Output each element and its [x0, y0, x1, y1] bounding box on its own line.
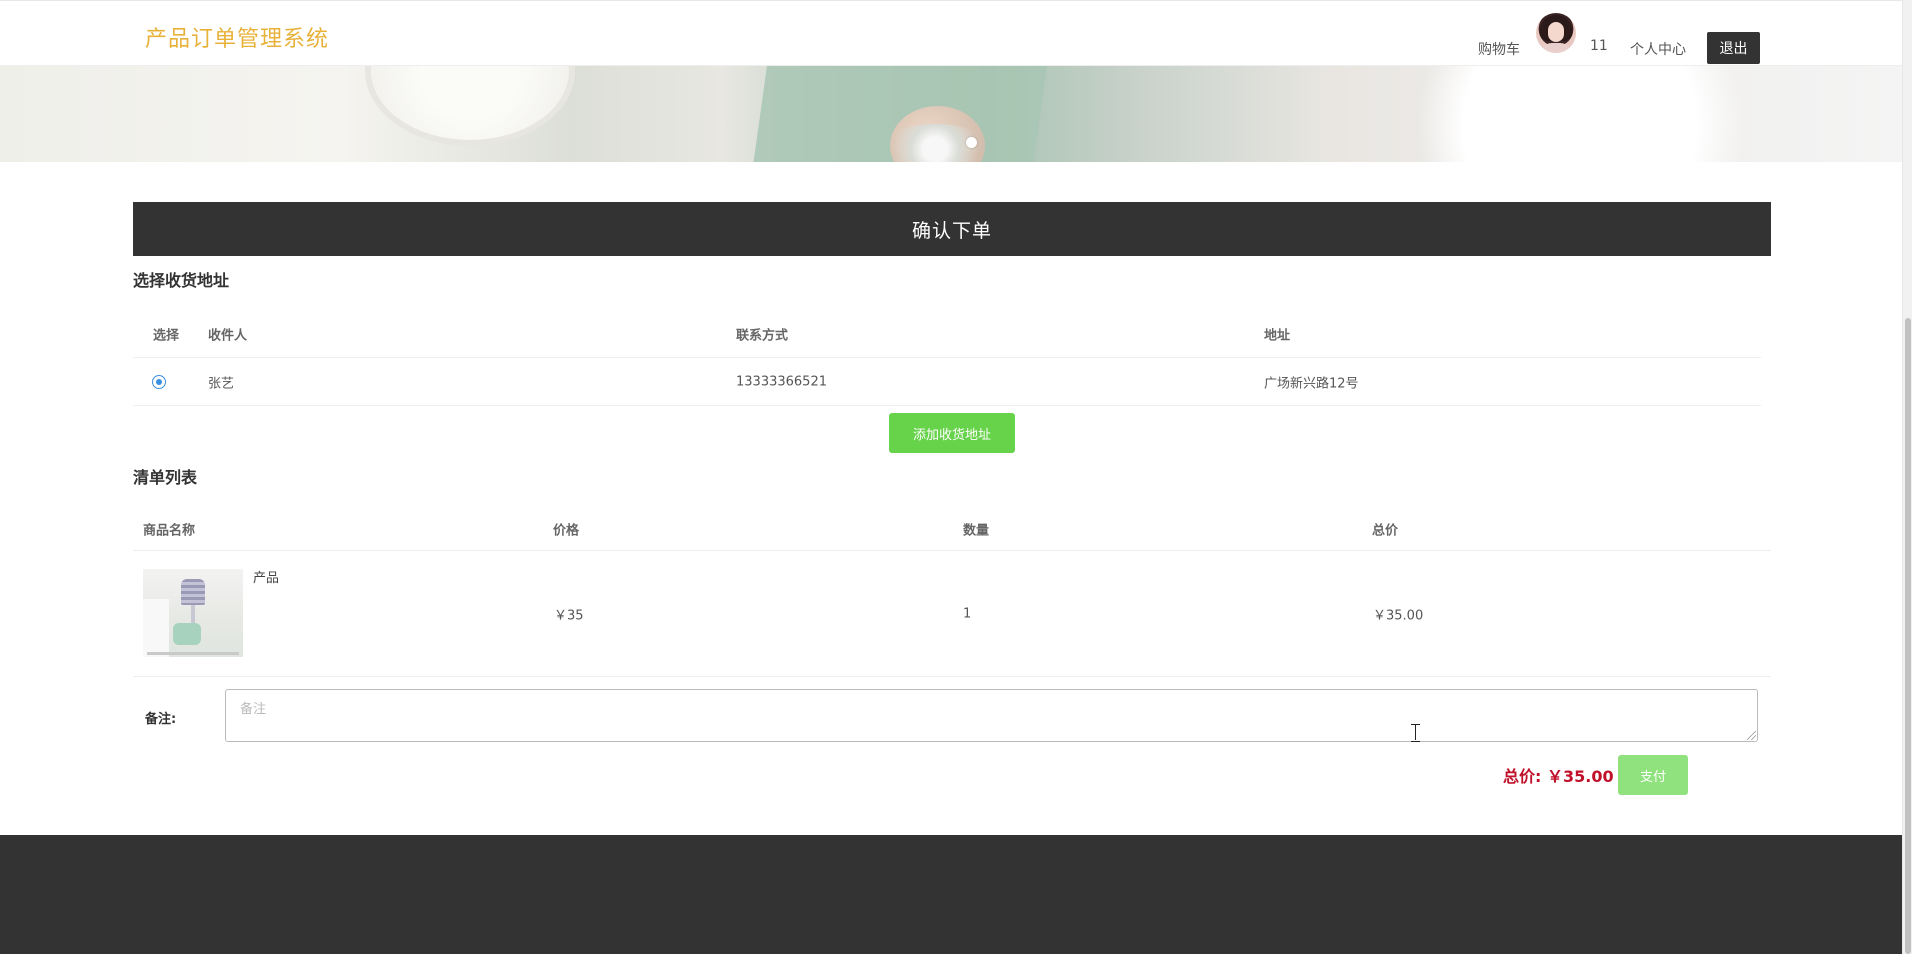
banner-cup-shape	[365, 66, 575, 146]
items-table: 商品名称 价格 数量 总价 产品 ￥35 1 ￥35.00	[133, 508, 1771, 677]
add-address-button[interactable]: 添加收货地址	[889, 413, 1015, 453]
column-header-product: 商品名称	[143, 523, 196, 539]
product-subtotal: ￥35.00	[1373, 608, 1424, 623]
items-table-header: 商品名称 价格 数量 总价	[133, 508, 1771, 551]
address-table: 选择 收件人 联系方式 地址 张艺 13333366521 广场新兴路12号	[133, 310, 1761, 406]
column-header-select: 选择	[153, 328, 180, 343]
avatar-shoulder-shape	[1538, 43, 1574, 53]
textarea-resize-handle[interactable]	[1747, 731, 1756, 740]
scrollbar-thumb[interactable]	[1905, 318, 1911, 954]
profile-link[interactable]: 个人中心	[1630, 39, 1686, 59]
top-header: 产品订单管理系统 购物车 11 个人中心 退出	[0, 0, 1902, 66]
column-header-subtotal: 总价	[1372, 523, 1399, 539]
logout-button[interactable]: 退出	[1707, 32, 1760, 64]
product-quantity: 1	[963, 606, 972, 621]
thumbnail-cloth-shape	[143, 599, 169, 657]
column-header-address: 地址	[1264, 328, 1291, 343]
page-scrollbar[interactable]	[1902, 0, 1912, 954]
order-content: 确认下单	[133, 202, 1771, 256]
product-thumbnail[interactable]	[143, 569, 243, 657]
page-viewport: 产品订单管理系统 购物车 11 个人中心 退出 确认下单 选择收货地址 选择 收…	[0, 0, 1902, 954]
pay-button[interactable]: 支付	[1618, 755, 1688, 795]
order-total: 总价: ￥35.00	[1503, 767, 1614, 786]
remark-label: 备注:	[145, 712, 177, 727]
text-cursor-icon	[1411, 724, 1420, 742]
user-avatar[interactable]	[1536, 13, 1576, 53]
recipient-phone: 13333366521	[736, 374, 827, 389]
thumbnail-lamp-shape	[181, 579, 205, 605]
page-footer	[0, 835, 1902, 954]
username: 11	[1590, 38, 1608, 54]
thumbnail-vase-shape	[173, 623, 201, 645]
banner-carousel	[0, 66, 1902, 162]
items-section-title: 清单列表	[133, 468, 198, 487]
column-header-phone: 联系方式	[736, 328, 789, 343]
product-name[interactable]: 产品	[253, 567, 279, 586]
banner-highlight-shape	[1370, 66, 1790, 162]
address-table-header: 选择 收件人 联系方式 地址	[133, 310, 1761, 358]
product-price: ￥35	[554, 608, 584, 623]
address-radio[interactable]	[152, 374, 166, 389]
table-row: 产品 ￥35 1 ￥35.00	[133, 551, 1771, 677]
recipient-address: 广场新兴路12号	[1264, 376, 1359, 391]
avatar-face-shape	[1548, 22, 1564, 42]
address-row[interactable]: 张艺 13333366521 广场新兴路12号	[133, 358, 1761, 406]
page-title: 确认下单	[133, 202, 1771, 256]
column-header-quantity: 数量	[963, 523, 990, 539]
cart-link[interactable]: 购物车	[1478, 39, 1520, 59]
column-header-price: 价格	[553, 523, 580, 539]
recipient-name: 张艺	[208, 376, 235, 391]
address-section-title: 选择收货地址	[133, 271, 230, 290]
thumbnail-caption-strip	[147, 652, 239, 655]
carousel-indicator-dot[interactable]	[966, 137, 977, 148]
remark-textarea[interactable]	[225, 689, 1758, 742]
brand-title[interactable]: 产品订单管理系统	[145, 21, 329, 53]
column-header-recipient: 收件人	[208, 328, 248, 343]
